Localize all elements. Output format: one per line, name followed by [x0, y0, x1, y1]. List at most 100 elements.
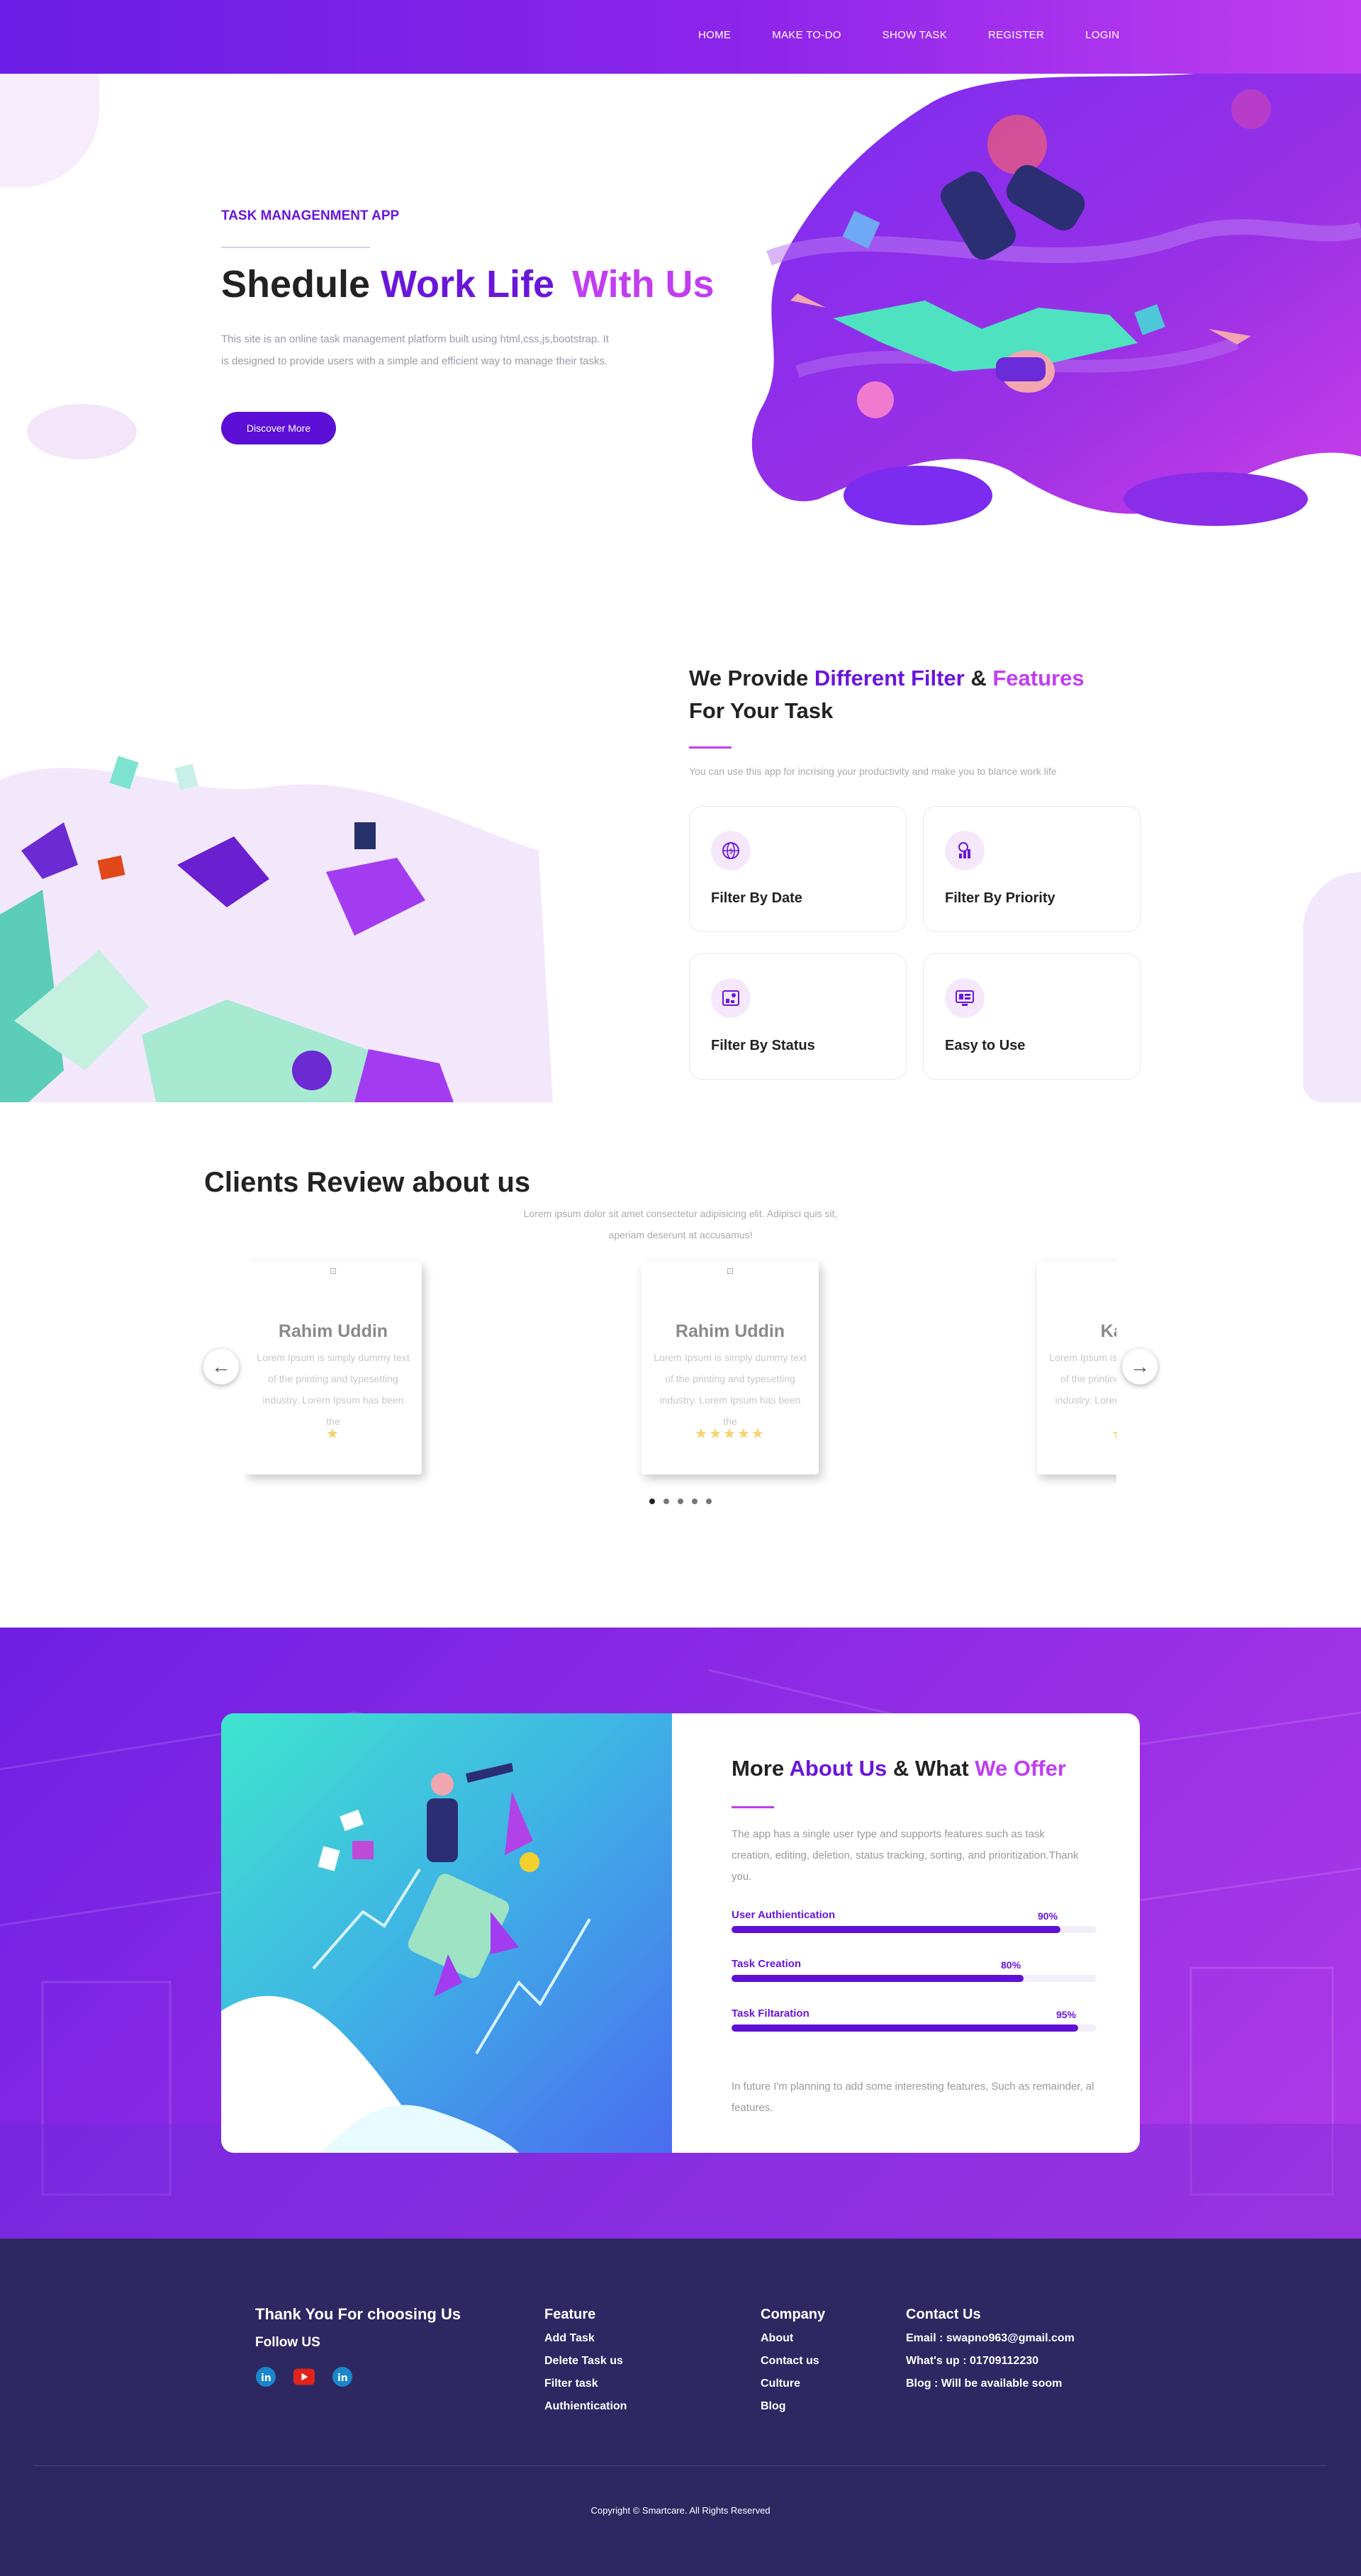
feature-card-label: Filter By Date [711, 890, 802, 906]
progress-track [732, 1926, 1097, 1933]
about-divider [732, 1806, 774, 1808]
feature-card-filter-status[interactable]: Filter By Status [689, 953, 907, 1080]
hero-illustration [751, 74, 1361, 526]
carousel-dot[interactable] [649, 1499, 655, 1504]
review-card: ⊡ Rahim Uddin Lorem Ipsum is simply dumm… [245, 1262, 422, 1474]
progress-track [732, 1975, 1097, 1982]
reviews-carousel[interactable]: ⊡ Rahim Uddin Lorem Ipsum is simply dumm… [245, 1255, 1116, 1489]
skill-name: User Authientication [732, 1909, 836, 1921]
rating-stars: ★ [326, 1426, 340, 1442]
rating-stars: ★★ [1037, 1425, 1116, 1443]
nav-register[interactable]: REGISTER [988, 27, 1044, 44]
reviews-subtitle: Lorem ipsum dolor sit amet consectetur a… [523, 1208, 838, 1241]
svg-text:in: in [261, 2373, 271, 2384]
footer-link[interactable]: Contact us [761, 2350, 825, 2373]
feature-card-label: Easy to Use [945, 1038, 1026, 1053]
skill-name: Task Filtaration [732, 2007, 810, 2020]
features-divider [689, 746, 732, 749]
progress-track [732, 2025, 1097, 2032]
nav-home[interactable]: HOME [698, 27, 731, 44]
nav-menu: HOME MAKE TO-DO SHOW TASK REGISTER LOGIN [698, 27, 1160, 44]
about-title-part: & What [887, 1756, 975, 1781]
top-navbar: HOME MAKE TO-DO SHOW TASK REGISTER LOGIN [0, 0, 1361, 74]
rating-stars: ★★★★★ [695, 1426, 766, 1442]
footer-link[interactable]: Delete Task us [544, 2350, 627, 2373]
progress-fill [732, 1926, 1060, 1933]
carousel-dot[interactable] [692, 1499, 698, 1504]
arrow-left-icon: ← [211, 1355, 231, 1377]
footer-link[interactable]: About [761, 2327, 825, 2350]
features-title: We Provide Different Filter & Features F… [689, 662, 1085, 727]
skill-percent: 90% [1038, 1910, 1058, 1922]
nav-make-todo[interactable]: MAKE TO-DO [772, 27, 841, 44]
monitor-icon [945, 978, 985, 1018]
feature-card-easy-to-use[interactable]: Easy to Use [923, 953, 1141, 1080]
hero-title: Shedule Work Life With Us [221, 262, 715, 306]
feature-card-filter-priority[interactable]: Filter By Priority [923, 806, 1141, 932]
footer-contact-email[interactable]: Email : swapno963@gmail.com [906, 2327, 1075, 2350]
footer-link[interactable]: Blog [761, 2395, 825, 2418]
review-text: Lorem Ipsum is simply dummy text of the … [257, 1352, 410, 1427]
skill-percent: 80% [1001, 1959, 1021, 1971]
hero-title-highlight: Work Life [381, 263, 566, 306]
features-title-part: & [964, 666, 993, 690]
features-title-highlight: Different Filter [814, 666, 965, 690]
feature-card-label: Filter By Status [711, 1038, 815, 1053]
features-title-part: For Your Task [689, 698, 834, 723]
footer-brand-title: Thank You For choosing Us [255, 2305, 461, 2323]
footer-link[interactable]: Authientication [544, 2395, 627, 2418]
carousel-dots [649, 1499, 720, 1504]
about-footnote: In future I'm planning to add some inter… [732, 2081, 1094, 2114]
footer-contact-column: Contact Us Email : swapno963@gmail.com W… [906, 2307, 1075, 2395]
svg-text:$: $ [729, 848, 733, 856]
nav-show-task[interactable]: SHOW TASK [883, 27, 947, 44]
footer-column-title: Contact Us [906, 2307, 981, 2322]
carousel-prev-button[interactable]: ← [203, 1349, 239, 1384]
hero-decor-blob [27, 404, 137, 459]
social-links: in in [255, 2366, 461, 2387]
hero-title-highlight: With Us [572, 263, 715, 306]
reviews-title: Clients Review about us [204, 1167, 531, 1198]
about-title-highlight: About Us [789, 1756, 887, 1781]
progress-fill [732, 2025, 1079, 2032]
features-title-highlight: Features [992, 666, 1085, 690]
discover-more-button[interactable]: Discover More [221, 412, 336, 444]
svg-text:in: in [337, 2373, 348, 2384]
feature-card-label: Filter By Priority [945, 890, 1055, 906]
features-title-part: We Provide [689, 666, 814, 690]
footer-follow-label: Follow US [255, 2335, 320, 2350]
linkedin-icon[interactable]: in [332, 2366, 353, 2387]
status-board-icon [711, 978, 751, 1018]
reviewer-name: Karim [1100, 1321, 1116, 1341]
nav-login[interactable]: LOGIN [1085, 27, 1119, 44]
features-illustration [0, 756, 553, 1102]
about-description: The app has a single user type and suppo… [732, 1828, 1079, 1883]
footer-link[interactable]: Culture [761, 2373, 825, 2395]
carousel-dot[interactable] [678, 1499, 683, 1504]
about-title-highlight: We Offer [975, 1756, 1066, 1781]
feature-card-filter-date[interactable]: $ Filter By Date [689, 806, 907, 932]
carousel-dot[interactable] [706, 1499, 712, 1504]
footer-contact-phone[interactable]: What's up : 01709112230 [906, 2350, 1075, 2373]
youtube-icon[interactable] [293, 2366, 315, 2387]
linkedin-icon[interactable]: in [255, 2366, 276, 2387]
skill-name: Task Creation [732, 1958, 802, 1970]
footer-link[interactable]: Filter task [544, 2373, 627, 2395]
about-illustration [221, 1713, 672, 2153]
carousel-dot[interactable] [663, 1499, 669, 1504]
arrow-right-icon: → [1130, 1355, 1150, 1377]
review-card: ⊡ Rahim Uddin Lorem Ipsum is simply dumm… [642, 1262, 819, 1474]
footer-link[interactable]: Add Task [544, 2327, 627, 2350]
avatar: ⊡ [1109, 1266, 1116, 1290]
features-description: You can use this app for incrising your … [689, 766, 1057, 777]
footer [0, 2239, 1361, 2576]
avatar: ⊡ [329, 1266, 337, 1276]
footer-feature-column: Feature Add Task Delete Task us Filter t… [544, 2307, 627, 2418]
footer-column-title: Company [761, 2307, 826, 2322]
avatar: ⊡ [726, 1266, 734, 1276]
footer-company-column: Company About Contact us Culture Blog [761, 2307, 825, 2418]
footer-contact-blog: Blog : Will be available soom [906, 2378, 1063, 2390]
carousel-next-button[interactable]: → [1122, 1349, 1158, 1384]
copyright: Copyright © Smartcare. All Rights Reserv… [590, 2505, 771, 2516]
hero-divider [221, 247, 370, 248]
